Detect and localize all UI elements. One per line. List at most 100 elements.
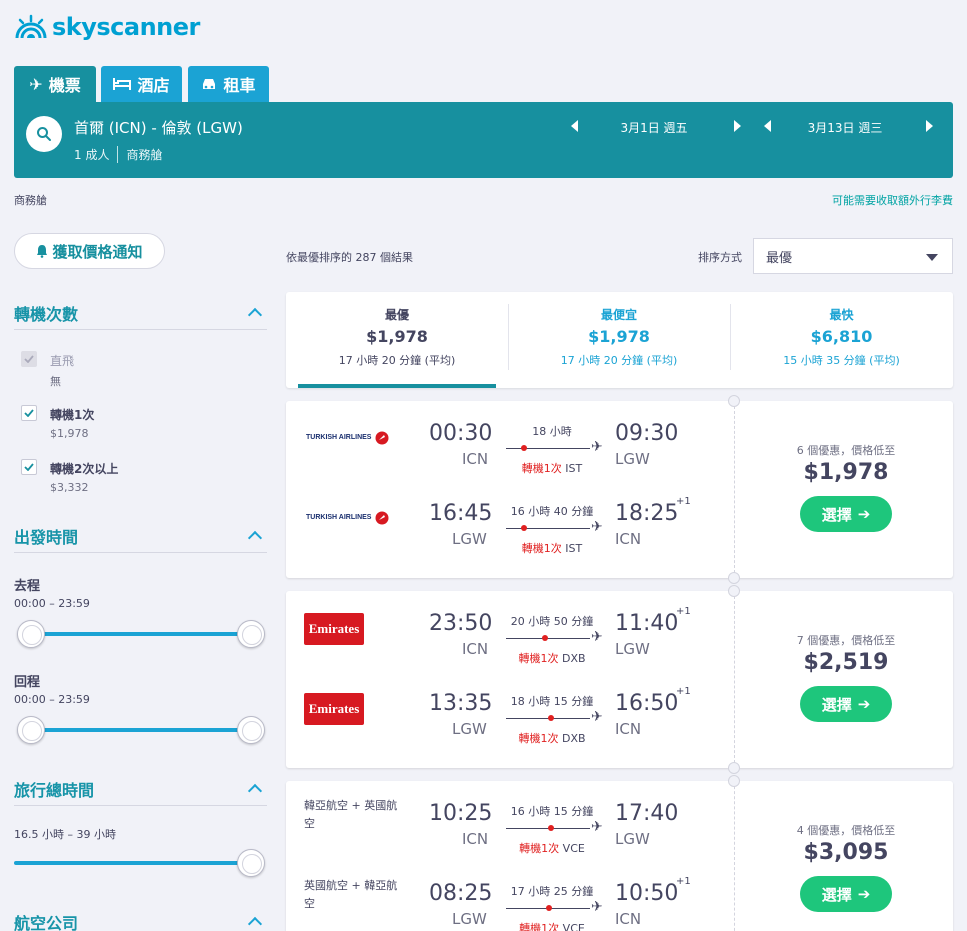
stop-dot (521, 445, 527, 451)
depart-date[interactable]: 3月1日 週五 (604, 119, 704, 136)
stops-info: 轉機1次 VCE (502, 920, 602, 931)
airline-name: TURKISH AIRLINES (306, 434, 372, 441)
select-button[interactable]: 選擇 ➔ (800, 876, 892, 912)
arrival-airport: LGW (615, 640, 650, 658)
results-count: 依最優排序的 287 個結果 (286, 251, 413, 264)
stops-two-plus-label[interactable]: 轉機2次以上 (50, 460, 118, 477)
duration-title: 旅行總時間 (14, 781, 95, 800)
arrival-time: 17:40 (615, 801, 679, 826)
depart-next-icon[interactable] (734, 120, 741, 132)
duration-slider-track[interactable] (14, 861, 252, 865)
stops-direct-price: 無 (50, 375, 61, 388)
turkish-airlines-icon (375, 431, 389, 445)
tab-cheapest-label: 最便宜 (600, 308, 637, 322)
departure-time: 08:25 (429, 881, 493, 906)
arrival-airport: ICN (615, 720, 642, 738)
stops-info: 轉機1次 IST (502, 460, 602, 476)
arrival-airport: LGW (615, 450, 650, 468)
airline-names: 英國航空 + 韓亞航空 (304, 879, 398, 910)
turkish-airlines-logo: TURKISH AIRLINES (306, 431, 389, 445)
stops-count: 轉機1次 (521, 542, 562, 555)
tab-best-label: 最優 (384, 308, 409, 322)
flight-card[interactable]: Emirates Emirates 23:50 ICN 20 小時 50 分鐘 … (286, 585, 953, 774)
stops-count: 轉機1次 (519, 922, 560, 931)
deals-text: 6 個優惠，價格低至 (796, 444, 896, 457)
arrival-time: 18:25 (615, 501, 679, 526)
duration-slider-handle[interactable] (237, 849, 265, 877)
notch (728, 585, 740, 597)
search-summary-bar[interactable]: 首爾 (ICN) - 倫敦 (LGW) 1 成人 商務艙 3月1日 週五 3月1… (14, 102, 953, 178)
stops-one-checkbox[interactable] (21, 405, 37, 421)
stops-info: 轉機1次 IST (502, 540, 602, 556)
select-label: 選擇 (821, 885, 852, 904)
airline-name: TURKISH AIRLINES (306, 514, 372, 521)
stopover-airport: DXB (561, 652, 586, 665)
chevron-up-icon[interactable] (247, 783, 263, 799)
stopover-airport: IST (565, 462, 583, 475)
tab-label: 租車 (223, 76, 256, 95)
flight-duration: 18 小時 (532, 425, 572, 438)
stops-count: 轉機1次 (518, 652, 559, 665)
departure-airport: ICN (462, 830, 489, 848)
stops-one-label[interactable]: 轉機1次 (50, 406, 94, 423)
card-divider (734, 591, 735, 768)
flight-card[interactable]: TURKISH AIRLINES TURKISH AIRLINES 00:30 … (286, 395, 953, 584)
stops-info: 轉機1次 DXB (502, 650, 602, 666)
airline-logo: Emirates (304, 613, 364, 645)
stops-count: 轉機1次 (521, 462, 562, 475)
return-next-icon[interactable] (926, 120, 933, 132)
card-divider (734, 401, 735, 578)
chevron-up-icon[interactable] (247, 530, 263, 546)
route-text: 首爾 (ICN) - 倫敦 (LGW) (74, 119, 243, 137)
tab-best-time: 17 小時 20 分鐘 (平均) (338, 354, 456, 367)
return-slider-track[interactable] (30, 728, 252, 732)
stops-one-price: $1,978 (50, 427, 89, 440)
stopover-airport: DXB (561, 732, 586, 745)
airline-logo: Emirates (304, 693, 364, 725)
departure-airport: LGW (452, 720, 487, 738)
outbound-slider-max-handle[interactable] (237, 620, 265, 648)
next-day-indicator: +1 (676, 876, 691, 887)
tab-cheapest[interactable]: 最便宜 $1,978 17 小時 20 分鐘 (平均) (508, 292, 730, 388)
chevron-up-icon[interactable] (247, 916, 263, 931)
tab-best[interactable]: 最優 $1,978 17 小時 20 分鐘 (平均) (286, 292, 508, 388)
sort-select[interactable]: 最優 (753, 238, 953, 274)
tab-fastest-time: 15 小時 35 分鐘 (平均) (783, 354, 900, 367)
turkish-airlines-icon (375, 511, 389, 525)
return-prev-icon[interactable] (764, 120, 771, 132)
search-button[interactable] (26, 116, 62, 152)
tab-label: 酒店 (137, 76, 170, 95)
return-date[interactable]: 3月13日 週三 (792, 119, 898, 136)
outbound-slider-track[interactable] (30, 632, 252, 636)
stops-info: 轉機1次 VCE (502, 840, 602, 856)
depart-prev-icon[interactable] (571, 120, 578, 132)
stopover-airport: VCE (562, 922, 585, 931)
tab-hotels[interactable]: 酒店 (101, 66, 182, 102)
tab-fastest[interactable]: 最快 $6,810 15 小時 35 分鐘 (平均) (730, 292, 953, 388)
select-button[interactable]: 選擇 ➔ (800, 686, 892, 722)
stop-dot (548, 825, 554, 831)
select-button[interactable]: 選擇 ➔ (800, 496, 892, 532)
return-slider-min-handle[interactable] (17, 716, 45, 744)
return-range: 00:00 – 23:59 (14, 693, 90, 706)
tab-flights[interactable]: ✈ 機票 (14, 66, 96, 102)
stop-dot (546, 905, 552, 911)
skyscanner-logo[interactable]: skyscanner (14, 12, 200, 42)
return-slider-max-handle[interactable] (237, 716, 265, 744)
flight-card[interactable]: 韓亞航空 + 英國航空 英國航空 + 韓亞航空 10:25 ICN 16 小時 … (286, 775, 953, 931)
tab-best-price: $1,978 (366, 327, 428, 346)
check-icon (24, 355, 34, 363)
outbound-slider-min-handle[interactable] (17, 620, 45, 648)
price-alert-button[interactable]: 獲取價格通知 (14, 233, 165, 269)
chevron-up-icon[interactable] (247, 307, 263, 323)
search-icon (37, 127, 51, 141)
arrow-right-icon: ➔ (857, 505, 871, 523)
plane-icon: ✈ (591, 439, 603, 455)
stops-two-plus-checkbox[interactable] (21, 459, 37, 475)
cabin-note: 商務艙 (14, 194, 47, 207)
duration-range: 16.5 小時 – 39 小時 (14, 828, 116, 841)
stopover-airport: IST (565, 542, 583, 555)
arrival-time: 16:50 (615, 691, 679, 716)
baggage-fee-link[interactable]: 可能需要收取額外行李費 (832, 192, 953, 208)
tab-car-hire[interactable]: 租車 (188, 66, 269, 102)
